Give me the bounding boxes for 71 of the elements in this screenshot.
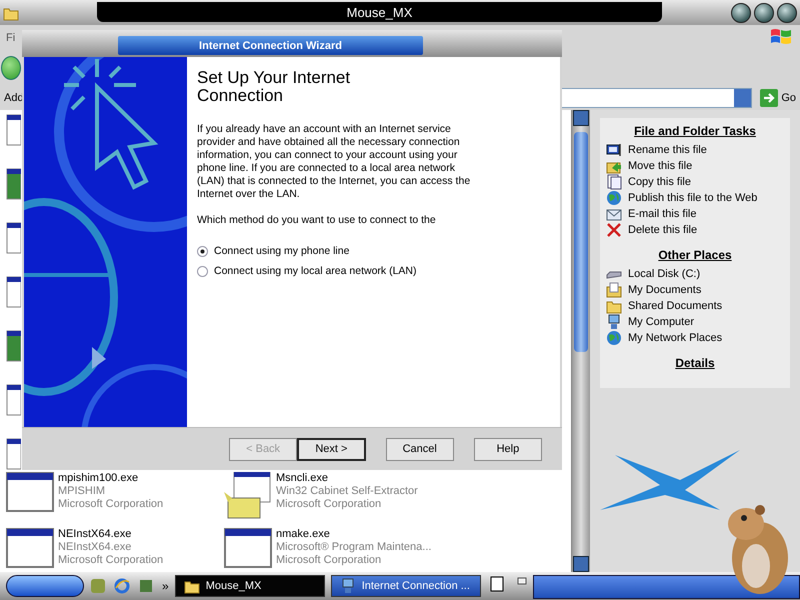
scroll-up-button[interactable] — [573, 110, 589, 126]
documents-icon — [606, 282, 622, 298]
task-link[interactable]: Rename this file — [628, 144, 707, 156]
scrollbar[interactable] — [572, 110, 590, 572]
cabinet-file-icon[interactable] — [224, 472, 272, 520]
radio-option[interactable]: Connect using my phone line — [197, 245, 546, 257]
wizard-heading: Set Up Your Internet Connection — [197, 69, 352, 105]
section-title[interactable]: File and Folder Tasks — [606, 124, 784, 138]
dialog-button[interactable]: Help — [474, 438, 542, 460]
maximize-button[interactable] — [754, 2, 774, 22]
dialog-title: Internet Connection Wizard — [118, 36, 423, 55]
file-icon[interactable] — [6, 330, 21, 362]
file-description: Win32 Cabinet Self-Extractor — [276, 485, 418, 498]
file-icon[interactable] — [6, 222, 21, 254]
task-link[interactable]: Delete this file — [628, 224, 698, 236]
delete-icon — [606, 222, 622, 238]
task-link[interactable]: My Computer — [628, 316, 694, 328]
description-text: If you already have an account with an Internet service provider and have obtained all the necessary connection information, you can connect to your account using your phone line. If you are connected to a local area network (LAN) that is connected to the Internet, you can access the Internet over the LAN. — [197, 123, 472, 201]
task-link[interactable]: E-mail this file — [628, 208, 696, 220]
program-window-icon[interactable] — [6, 528, 54, 568]
rename-icon — [606, 142, 622, 158]
task-link[interactable]: Shared Documents — [628, 300, 722, 312]
cube-icon[interactable] — [138, 578, 154, 594]
file-description: NEInstX64.exe — [58, 541, 132, 554]
close-button[interactable] — [777, 2, 797, 22]
computer-icon — [340, 578, 356, 594]
globe-icon — [606, 330, 622, 346]
radio-option[interactable]: Connect using my local area network (LAN) — [197, 265, 546, 277]
file-company: Microsoft Corporation — [58, 498, 164, 511]
task-link[interactable]: My Documents — [628, 284, 702, 296]
file-icon[interactable] — [6, 168, 21, 200]
file-name: mpishim100.exe — [58, 472, 140, 485]
program-window-icon[interactable] — [6, 472, 54, 512]
file-description: MPISHIM — [58, 485, 106, 498]
scroll-down-button[interactable] — [573, 556, 589, 572]
task-link[interactable]: Publish this file to the Web — [628, 192, 758, 204]
file-icon[interactable] — [6, 384, 21, 416]
help-icon[interactable] — [490, 576, 504, 592]
start-button[interactable] — [6, 575, 84, 597]
more-button[interactable]: » — [162, 579, 169, 593]
question-text: Which method do you want to use to connect to the — [197, 214, 437, 227]
task-link[interactable]: Local Disk (C:) — [628, 268, 700, 280]
file-icon[interactable] — [6, 276, 21, 308]
file-company: Microsoft Corporation — [58, 554, 164, 567]
section-title[interactable]: Details — [606, 356, 784, 370]
task-link[interactable]: Copy this file — [628, 176, 691, 188]
program-window-icon[interactable] — [224, 528, 272, 568]
taskbar-button[interactable]: Mouse_MX — [174, 575, 325, 597]
task-link[interactable]: My Network Places — [628, 332, 722, 344]
flag-logo-icon — [770, 27, 792, 47]
task-link[interactable]: Move this file — [628, 160, 692, 172]
browser-e-icon[interactable] — [114, 578, 130, 594]
file-icon[interactable] — [6, 114, 21, 146]
minimize-button[interactable] — [731, 2, 751, 22]
globe-icon — [606, 190, 622, 206]
taskbar-button[interactable]: Internet Connection ... — [330, 575, 481, 597]
section-title[interactable]: Other Places — [606, 248, 784, 262]
file-icon[interactable] — [6, 438, 21, 470]
file-name: Msncli.exe — [276, 472, 329, 485]
file-name: nmake.exe — [276, 528, 331, 541]
file-description: Microsoft® Program Maintena... — [276, 541, 432, 554]
menu-item[interactable]: Fi — [6, 32, 16, 44]
file-company: Microsoft Corporation — [276, 498, 382, 511]
dialog-button[interactable]: Cancel — [386, 438, 454, 460]
file-company: Microsoft Corporation — [276, 554, 382, 567]
dialog-button[interactable]: Next > — [297, 438, 366, 460]
copy-icon — [606, 174, 622, 190]
computer-icon — [606, 314, 622, 330]
window-title: Mouse_MX — [97, 2, 662, 22]
back-button[interactable] — [1, 56, 21, 80]
file-name: NEInstX64.exe — [58, 528, 132, 541]
